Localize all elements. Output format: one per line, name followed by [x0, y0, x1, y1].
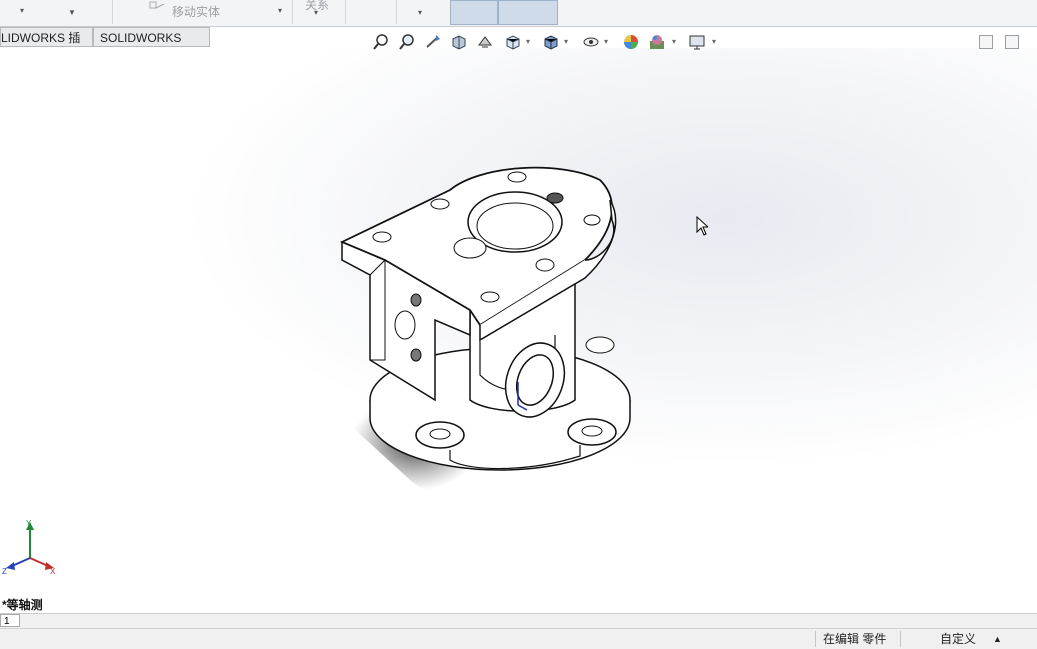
ribbon-divider: [396, 0, 397, 24]
sheet-tab[interactable]: 1: [0, 614, 20, 627]
previous-view-icon[interactable]: [424, 33, 442, 51]
chevron-down-icon[interactable]: ▾: [604, 37, 608, 46]
status-bar: 在编辑 零件 自定义 ▲: [0, 628, 1037, 649]
dynamic-annotation-icon[interactable]: [476, 33, 494, 51]
zoom-area-icon[interactable]: [398, 33, 416, 51]
chevron-down-icon[interactable]: ▾: [314, 8, 318, 17]
chevron-down-icon[interactable]: ▾: [20, 6, 24, 15]
ribbon-divider: [292, 0, 293, 24]
chevron-down-icon[interactable]: ▾: [278, 6, 282, 15]
status-editing-mode: 在编辑 零件: [823, 632, 887, 646]
ribbon-toggle-button[interactable]: [498, 0, 558, 25]
collapse-left-panel-icon[interactable]: [979, 35, 993, 49]
zoom-to-fit-icon[interactable]: [372, 33, 390, 51]
triad-z-label: Z: [2, 567, 7, 576]
chevron-down-icon[interactable]: ▾: [564, 37, 568, 46]
command-ribbon: ▾ ▼ 移动实体 ▾ 关系 ▾ ▾: [0, 0, 1037, 27]
status-divider: [900, 631, 901, 647]
status-divider: [815, 631, 816, 647]
chevron-up-icon[interactable]: ▲: [993, 629, 1002, 649]
ribbon-toggle-button[interactable]: [450, 0, 498, 25]
apply-scene-icon[interactable]: [648, 33, 666, 51]
section-view-icon[interactable]: [450, 33, 468, 51]
chevron-down-icon[interactable]: ▾: [712, 37, 716, 46]
tab-solidworks-addins[interactable]: LIDWORKS 插件: [0, 27, 93, 65]
triad-y-label: Y: [26, 519, 32, 528]
move-body-button[interactable]: 移动实体: [172, 3, 220, 20]
ribbon-divider: [112, 0, 113, 24]
ribbon-divider: [345, 0, 346, 24]
reference-triad: Y X Z: [2, 519, 56, 576]
heads-up-view-toolbar: ▾ ▾ ▾ ▾ ▾: [370, 31, 730, 53]
mouse-cursor-icon: [696, 216, 708, 236]
move-body-icon: [149, 1, 165, 9]
edit-appearance-icon[interactable]: [622, 33, 640, 51]
expand-right-panel-icon[interactable]: [1005, 35, 1019, 49]
display-style-icon[interactable]: [542, 33, 560, 51]
status-units-selector[interactable]: 自定义: [940, 629, 976, 649]
sheet-tab-bar: 1: [0, 613, 1037, 628]
tab-solidworks-mbd[interactable]: SOLIDWORKS MBD: [93, 27, 210, 65]
chevron-down-icon[interactable]: ▾: [526, 37, 530, 46]
part-model[interactable]: [330, 160, 650, 510]
triad-x-label: X: [50, 567, 56, 576]
view-orientation-label: *等轴测: [2, 598, 43, 612]
hide-show-items-icon[interactable]: [582, 33, 600, 51]
view-settings-icon[interactable]: [688, 33, 706, 51]
chevron-down-icon[interactable]: ▾: [672, 37, 676, 46]
chevron-down-icon[interactable]: ▾: [418, 8, 422, 17]
view-orientation-icon[interactable]: [504, 33, 522, 51]
chevron-down-icon[interactable]: ▼: [68, 8, 76, 17]
